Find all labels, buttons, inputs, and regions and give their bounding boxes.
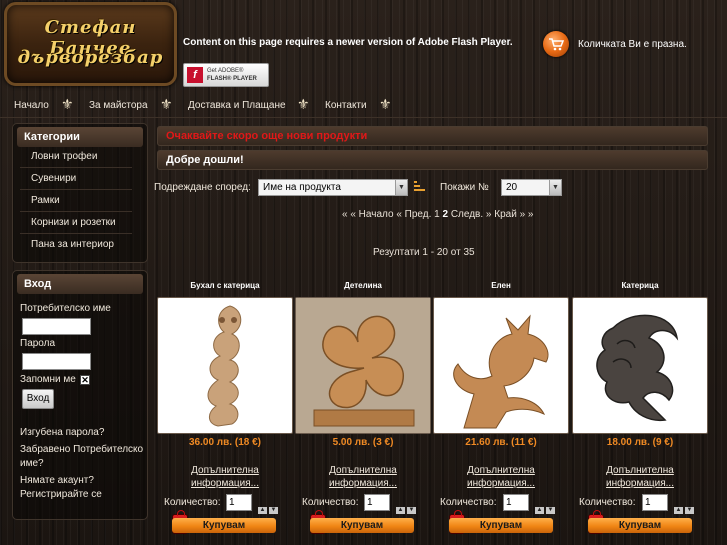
fleur-de-lis-icon: ⚜ [379, 96, 392, 112]
flash-icon: f [187, 67, 203, 83]
product-name[interactable]: Елен [433, 281, 569, 290]
category-souvenirs[interactable]: Сувенири [20, 168, 132, 190]
product-price: 5.00 лв. (3 €) [332, 437, 394, 448]
fleur-de-lis-icon: ⚜ [297, 96, 310, 112]
password-label: Парола [20, 338, 56, 349]
product-name[interactable]: Катерица [572, 281, 708, 290]
pager-page-1[interactable]: 1 [434, 209, 440, 220]
sort-select[interactable]: Име на продукта ▼ [258, 179, 408, 196]
sort-select-value: Име на продукта [263, 182, 341, 193]
quantity-label: Количество: [579, 497, 636, 508]
quantity-label: Количество: [440, 497, 497, 508]
username-label: Потребителско име [20, 303, 111, 314]
product-image[interactable] [572, 297, 708, 434]
remember-checkbox[interactable]: ✕ [80, 375, 90, 385]
results-count: Резултати 1 - 20 от 35 [373, 247, 475, 258]
get-flash-button[interactable]: f Get ADOBE® FLASH® PLAYER [183, 63, 269, 87]
buy-button[interactable]: Купувам [588, 518, 692, 533]
cart-status: Количката Ви е празна. [578, 39, 687, 50]
decrease-icon[interactable]: ▼ [407, 507, 416, 514]
categories-title: Категории [17, 127, 143, 147]
quantity-input[interactable]: 1 [642, 494, 668, 511]
product-image[interactable] [295, 297, 431, 434]
category-cornices[interactable]: Корнизи и розетки [20, 212, 132, 234]
product-name[interactable]: Бухал с катерица [157, 281, 293, 290]
product-price: 18.00 лв. (9 €) [606, 437, 674, 448]
quantity-label: Количество: [302, 497, 359, 508]
logo-subtitle: дърворезбар [17, 47, 164, 68]
flash-message: Content on this page requires a newer ve… [183, 37, 513, 48]
remember-label: Запомни ме [20, 374, 76, 385]
chevron-down-icon: ▼ [395, 180, 407, 195]
flash-button-line2: FLASH® PLAYER [207, 76, 257, 82]
increase-icon[interactable]: ▲ [258, 507, 267, 514]
nav-contacts[interactable]: Контакти [325, 100, 367, 111]
product-more-info-link[interactable]: Допълнителна информация... [157, 464, 293, 490]
login-button[interactable]: Вход [22, 389, 54, 409]
username-input[interactable] [22, 318, 91, 335]
category-hunting-trophies[interactable]: Ловни трофеи [20, 146, 132, 168]
pager-last[interactable]: Край » » [494, 209, 533, 220]
quantity-stepper[interactable]: ▲ ▼ [535, 498, 557, 516]
show-count-label: Покажи № [440, 182, 489, 193]
product-price: 36.00 лв. (18 €) [189, 437, 261, 448]
quantity-label: Количество: [164, 497, 221, 508]
cart-icon[interactable] [543, 31, 569, 57]
product-image[interactable] [157, 297, 293, 434]
flash-button-line1: Get ADOBE® [207, 68, 244, 74]
login-title: Вход [17, 274, 143, 294]
forgot-username-link[interactable]: Забравено Потребителско име? [20, 443, 150, 471]
pager-page-2-current: 2 [442, 209, 449, 220]
quantity-stepper[interactable]: ▲ ▼ [674, 498, 696, 516]
product-image[interactable] [433, 297, 569, 434]
decrease-icon[interactable]: ▼ [685, 507, 694, 514]
password-input[interactable] [22, 353, 91, 370]
category-frames[interactable]: Рамки [20, 190, 132, 212]
pagination: « « Начало « Пред. 1 2 Следв. » Край » » [342, 209, 534, 220]
register-link[interactable]: Регистрирайте се [20, 488, 150, 502]
chevron-down-icon: ▼ [549, 180, 561, 195]
decrease-icon[interactable]: ▼ [269, 507, 278, 514]
increase-icon[interactable]: ▲ [535, 507, 544, 514]
buy-button[interactable]: Купувам [449, 518, 553, 533]
product-name[interactable]: Детелина [295, 281, 431, 290]
login-box: Вход Потребителско име Парола Запомни ме… [12, 270, 148, 520]
forgot-password-link[interactable]: Изгубена парола? [20, 426, 150, 440]
pager-prev[interactable]: « Пред. [396, 209, 431, 220]
no-account-text: Нямате акаунт? [20, 475, 94, 486]
sort-icon[interactable] [414, 181, 426, 194]
product-more-info-link[interactable]: Допълнителна информация... [572, 464, 708, 490]
quantity-input[interactable]: 1 [226, 494, 252, 511]
show-count-select[interactable]: 20 ▼ [501, 179, 562, 196]
header: Стефан Банчев дърворезбар Content on thi… [0, 0, 727, 90]
sort-label: Подреждане според: [154, 182, 251, 193]
buy-button[interactable]: Купувам [172, 518, 276, 533]
nav-about-master[interactable]: За майстора [89, 100, 148, 111]
notice-bar: Очаквайте скоро още нови продукти [157, 126, 708, 146]
quantity-stepper[interactable]: ▲ ▼ [258, 498, 280, 516]
fleur-de-lis-icon: ⚜ [160, 96, 173, 112]
welcome-bar: Добре дошли! [157, 150, 708, 170]
show-count-value: 20 [506, 182, 518, 193]
nav-home[interactable]: Начало [14, 100, 49, 111]
quantity-input[interactable]: 1 [364, 494, 390, 511]
product-more-info-link[interactable]: Допълнителна информация... [295, 464, 431, 490]
main-nav: Начало ⚜ За майстора ⚜ Доставка и Плащан… [0, 94, 727, 118]
pager-first[interactable]: « « Начало [342, 209, 394, 220]
product-more-info-link[interactable]: Допълнителна информация... [433, 464, 569, 490]
quantity-input[interactable]: 1 [503, 494, 529, 511]
decrease-icon[interactable]: ▼ [546, 507, 555, 514]
pager-next[interactable]: Следв. » [451, 209, 492, 220]
increase-icon[interactable]: ▲ [396, 507, 405, 514]
site-logo[interactable]: Стефан Банчев дърворезбар [4, 2, 177, 86]
quantity-stepper[interactable]: ▲ ▼ [396, 498, 418, 516]
category-panels[interactable]: Пана за интериор [20, 234, 132, 256]
increase-icon[interactable]: ▲ [674, 507, 683, 514]
buy-button[interactable]: Купувам [310, 518, 414, 533]
nav-delivery[interactable]: Доставка и Плащане [188, 100, 286, 111]
product-price: 21.60 лв. (11 €) [465, 437, 537, 448]
fleur-de-lis-icon: ⚜ [61, 96, 74, 112]
nav-divider [0, 117, 727, 118]
